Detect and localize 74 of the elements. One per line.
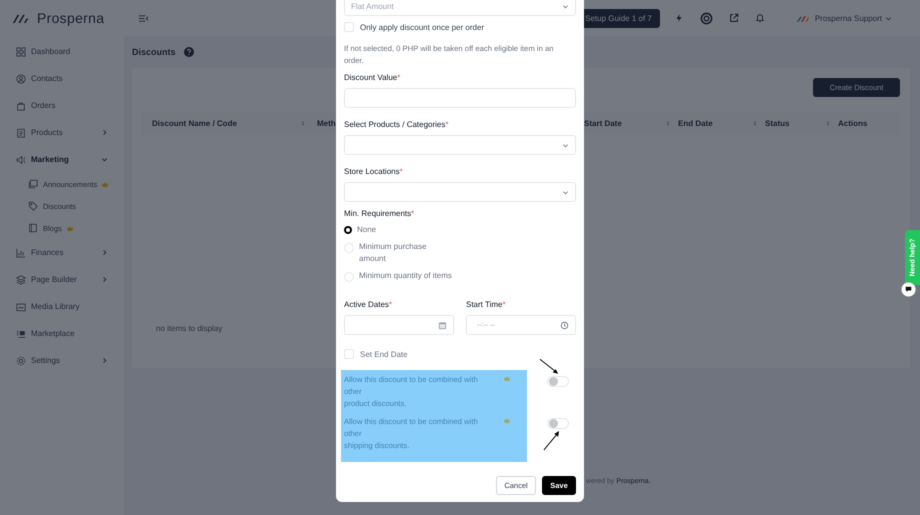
- clock-icon[interactable]: [560, 320, 569, 330]
- sidebar-icon: [16, 154, 26, 164]
- sidebar-item[interactable]: Media Library: [0, 293, 124, 320]
- sidebar-item[interactable]: Page Builder: [0, 266, 124, 293]
- column-header[interactable]: End Date: [678, 119, 713, 128]
- radio-label[interactable]: Minimum quantity of items: [359, 270, 452, 282]
- arrow-drawing: [543, 430, 560, 451]
- required-mark: *: [388, 300, 392, 309]
- column-header[interactable]: Status: [765, 119, 790, 128]
- collapse-menu-icon[interactable]: [138, 14, 149, 22]
- lightning-icon[interactable]: [674, 13, 684, 23]
- required-mark: *: [397, 73, 400, 82]
- target-icon[interactable]: [700, 12, 713, 24]
- empty-message: no items to display: [156, 324, 222, 333]
- sidebar-icon: [16, 74, 26, 84]
- required-mark: *: [411, 209, 414, 218]
- bell-icon[interactable]: [754, 13, 765, 23]
- field-label: Active Dates: [344, 300, 389, 309]
- help-icon[interactable]: [184, 47, 194, 57]
- chevron-down-icon[interactable]: [885, 14, 892, 22]
- arrow-drawing: [539, 358, 559, 375]
- field-label: Discount Value: [344, 73, 398, 82]
- chevron-down-icon: [562, 2, 569, 10]
- date-input[interactable]: [344, 315, 454, 335]
- discount-type-select[interactable]: Flat Amount: [344, 0, 576, 16]
- checkbox[interactable]: [344, 22, 354, 32]
- sidebar-item[interactable]: Orders: [0, 92, 124, 119]
- sidebar-icon: [28, 201, 38, 211]
- chevron-down-icon: [562, 142, 569, 148]
- sidebar-item[interactable]: Marketing: [0, 146, 124, 173]
- account-logo-icon: [796, 14, 811, 22]
- required-mark: *: [400, 167, 403, 176]
- sidebar-item[interactable]: Dashboard: [0, 38, 124, 65]
- sidebar-icon: [16, 46, 26, 56]
- checkbox[interactable]: [344, 349, 354, 359]
- chevron-down-icon: [562, 188, 569, 196]
- radio-label[interactable]: None: [357, 224, 376, 236]
- required-mark: *: [445, 120, 449, 129]
- sidebar-icon: [16, 302, 26, 312]
- sidebar-item[interactable]: Finances: [0, 239, 124, 266]
- sidebar-icon: [16, 274, 26, 284]
- sidebar-icon: [28, 223, 38, 233]
- sidebar-item[interactable]: Products: [0, 119, 124, 146]
- field-label: Start Time: [466, 300, 502, 309]
- radio-button[interactable]: [344, 226, 352, 234]
- checkbox-label[interactable]: Set End Date: [360, 350, 408, 358]
- field-label: Store Locations: [344, 167, 400, 176]
- sidebar-item[interactable]: Contacts: [0, 65, 124, 92]
- sidebar-icon: [16, 356, 26, 366]
- column-header[interactable]: Start Date: [584, 119, 622, 128]
- sidebar-icon: [16, 248, 26, 258]
- external-link-icon[interactable]: [728, 13, 739, 23]
- sidebar-item[interactable]: Marketplace: [0, 320, 124, 347]
- brand-name: Prosperna: [37, 10, 104, 26]
- column-header[interactable]: Meth: [317, 119, 336, 128]
- sidebar-item[interactable]: Settings: [0, 347, 124, 374]
- chat-icon[interactable]: [901, 282, 916, 297]
- radio-label[interactable]: Minimum purchase amount: [359, 241, 434, 265]
- field-label: Select Products / Categories: [344, 120, 446, 129]
- discount-value-input[interactable]: [344, 88, 576, 108]
- sidebar-icon: [16, 328, 26, 338]
- column-header[interactable]: Discount Name / Code: [152, 119, 237, 128]
- required-mark: *: [502, 300, 506, 309]
- sidebar-icon: [16, 128, 26, 138]
- sidebar-icon: [28, 179, 38, 189]
- toggle-switch[interactable]: [547, 376, 569, 387]
- checkbox-label[interactable]: Only apply discount once per order: [360, 22, 484, 32]
- field-label: Min. Requirements: [344, 209, 412, 218]
- calendar-icon[interactable]: [438, 320, 447, 330]
- toggle-switch[interactable]: [547, 418, 569, 429]
- column-header[interactable]: Actions: [838, 119, 868, 128]
- sidebar-icon: [16, 100, 26, 110]
- page-title: Discounts: [132, 47, 176, 57]
- account-name[interactable]: Prosperna Support: [814, 14, 882, 22]
